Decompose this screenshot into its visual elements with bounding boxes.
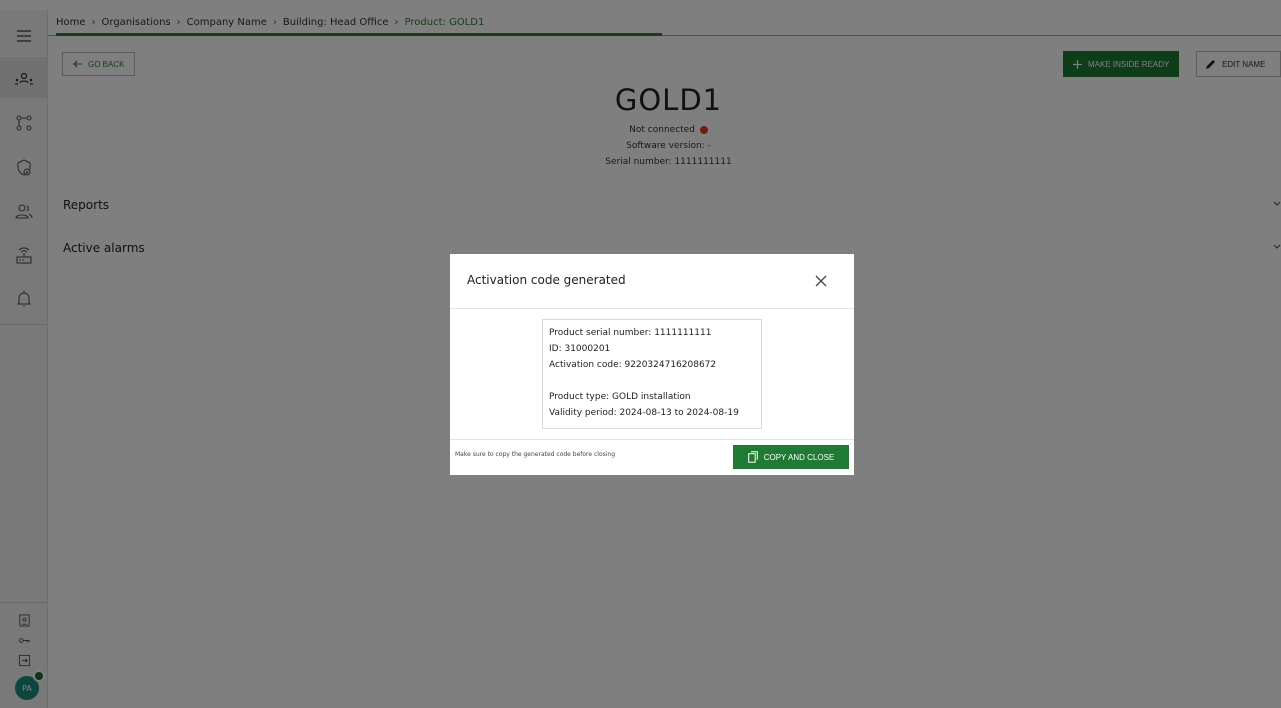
dialog-divider-bottom <box>450 439 854 440</box>
activation-details-box: Product serial number: 1111111111 ID: 31… <box>542 319 762 429</box>
detail-product-type: Product type: GOLD installation <box>549 392 691 402</box>
detail-id: ID: 31000201 <box>549 344 611 354</box>
close-icon[interactable] <box>814 274 828 288</box>
copy-icon <box>747 451 758 463</box>
detail-validity-period: Validity period: 2024-08-13 to 2024-08-1… <box>549 408 739 418</box>
copy-and-close-button[interactable]: COPY AND CLOSE <box>733 445 849 469</box>
detail-spacer <box>549 373 755 389</box>
detail-activation-code: Activation code: 9220324716208672 <box>549 360 717 370</box>
dialog-divider-top <box>450 308 854 309</box>
copy-and-close-label: COPY AND CLOSE <box>763 452 835 462</box>
copy-reminder-note: Make sure to copy the generated code bef… <box>455 451 616 458</box>
activation-code-dialog: Activation code generated Product serial… <box>450 254 854 475</box>
detail-serial-number: Product serial number: 1111111111 <box>549 328 712 338</box>
dialog-title: Activation code generated <box>467 273 626 287</box>
